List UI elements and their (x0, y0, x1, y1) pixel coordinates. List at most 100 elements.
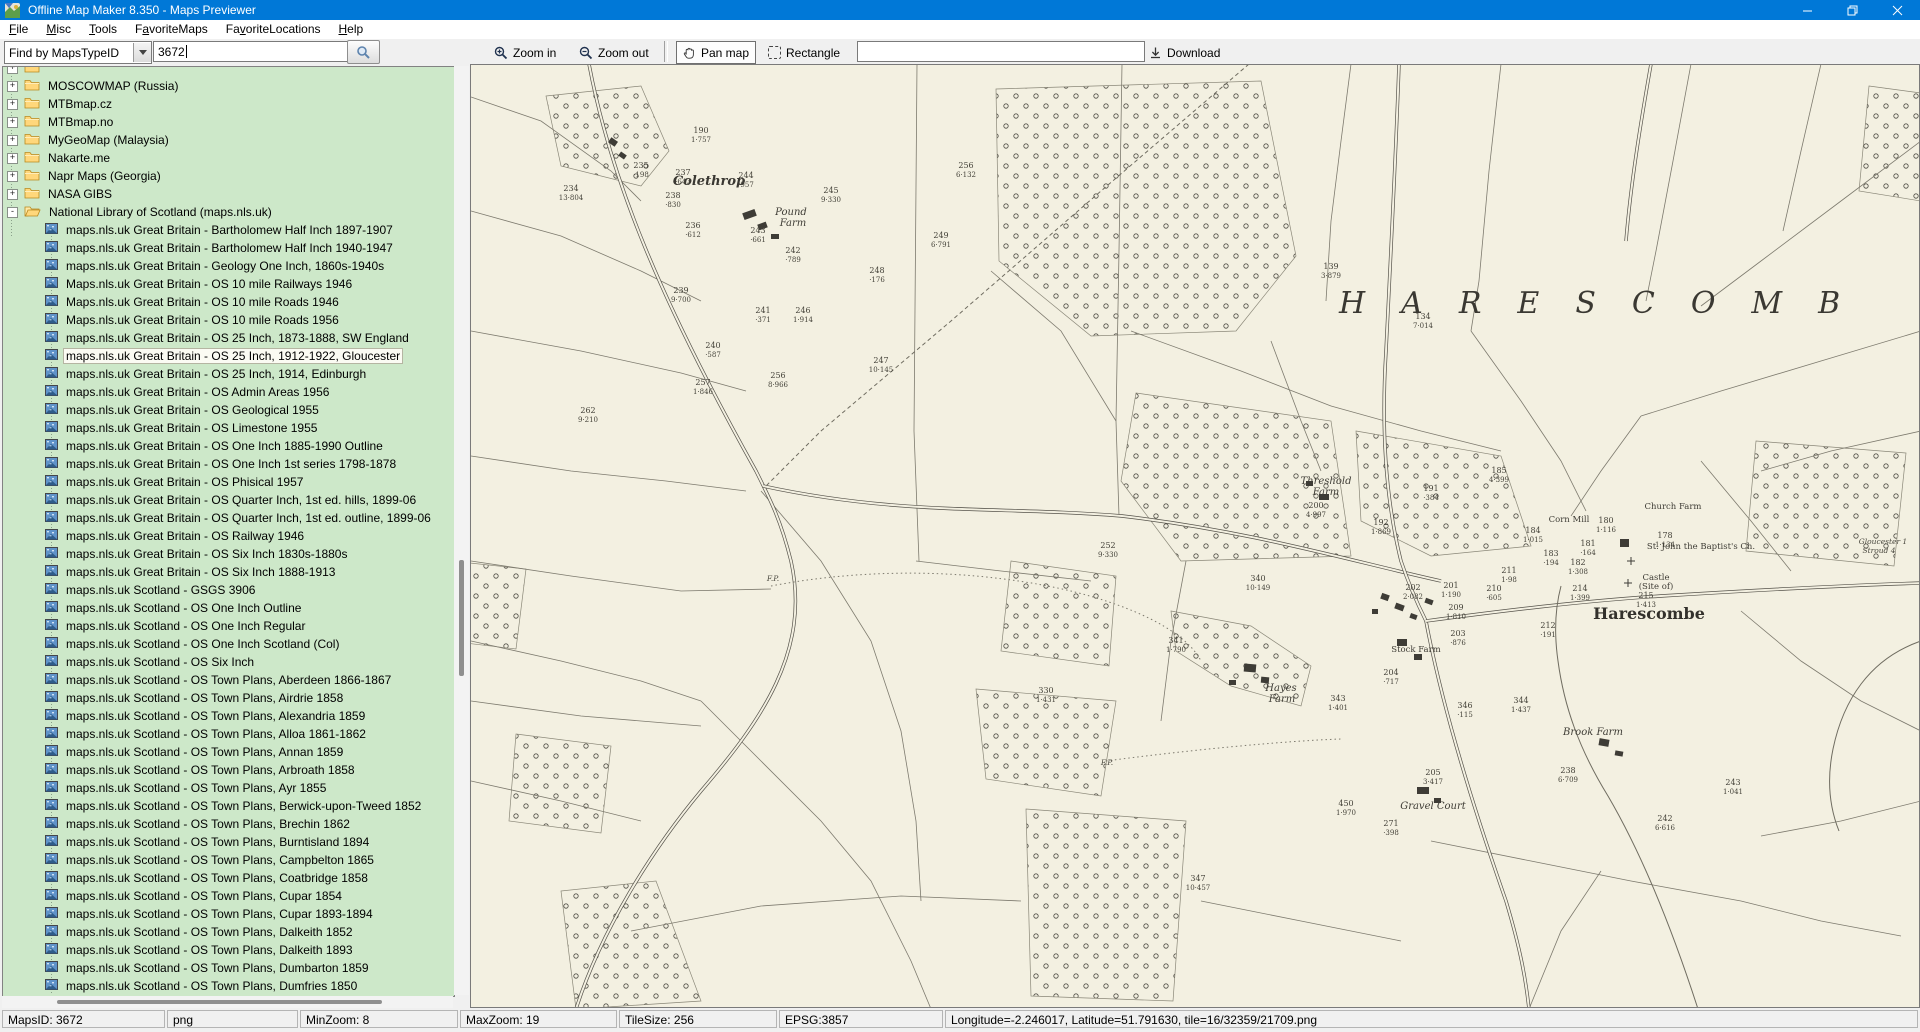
tree-item[interactable]: maps.nls.uk Great Britain - OS Admin Are… (3, 383, 454, 401)
close-button[interactable] (1875, 0, 1920, 20)
map-layer-icon (45, 259, 58, 270)
tree-item[interactable]: maps.nls.uk Scotland - OS Town Plans, Du… (3, 977, 454, 995)
tree-item[interactable]: maps.nls.uk Great Britain - OS Railway 1… (3, 527, 454, 545)
tree-item[interactable]: maps.nls.uk Great Britain - OS Quarter I… (3, 491, 454, 509)
tree-item[interactable]: maps.nls.uk Scotland - OS Town Plans, Ai… (3, 689, 454, 707)
tree-item[interactable]: Maps.nls.uk Great Britain - OS 10 mile R… (3, 275, 454, 293)
zoom-out-label: Zoom out (598, 46, 649, 60)
rectangle-button[interactable]: Rectangle (761, 41, 847, 64)
tree-item[interactable]: maps.nls.uk Scotland - OS One Inch Scotl… (3, 635, 454, 653)
menu-item-file[interactable]: File (0, 20, 37, 39)
tree-item[interactable]: +Napr Maps (Georgia) (3, 167, 454, 185)
tree-item[interactable]: maps.nls.uk Great Britain - Geology One … (3, 257, 454, 275)
tree-item[interactable]: maps.nls.uk Scotland - OS One Inch Regul… (3, 617, 454, 635)
menu-item-misc[interactable]: Misc (37, 20, 80, 39)
minimize-button[interactable] (1785, 0, 1830, 20)
tree-item[interactable]: Maps.nls.uk Great Britain - OS 10 mile R… (3, 311, 454, 329)
tree-item[interactable]: maps.nls.uk Scotland - OS Town Plans, An… (3, 743, 454, 761)
find-input[interactable]: 3672 (153, 41, 349, 62)
tree-item-label: MTBmap.no (46, 115, 115, 129)
collapse-icon[interactable]: - (7, 207, 18, 218)
tree-item[interactable]: maps.nls.uk Scotland - OS Town Plans, Al… (3, 707, 454, 725)
tree-item[interactable]: maps.nls.uk Scotland - OS Town Plans, Br… (3, 815, 454, 833)
tree-item-label: NASA GIBS (46, 187, 114, 201)
tree-item[interactable]: + NASA GIBS (3, 185, 454, 203)
expand-icon[interactable]: + (7, 99, 18, 110)
tree-item[interactable]: +MTBmap.cz (3, 95, 454, 113)
map-label: Gloucester 1 (1859, 537, 1907, 546)
map-preview-canvas[interactable]: ColethropPoundFarmThresholdFarmHayesFarm… (470, 64, 1920, 1008)
tree-item[interactable]: +Nakarte.me (3, 149, 454, 167)
tree-item[interactable]: maps.nls.uk Great Britain - Bartholomew … (3, 239, 454, 257)
tree-item[interactable]: maps.nls.uk Great Britain - OS Quarter I… (3, 509, 454, 527)
tree-item[interactable]: maps.nls.uk Scotland - OS Town Plans, Co… (3, 869, 454, 887)
tree-item[interactable]: maps.nls.uk Great Britain - OS 25 Inch, … (3, 329, 454, 347)
tree-item-selected[interactable]: maps.nls.uk Great Britain - OS 25 Inch, … (3, 347, 454, 365)
map-layer-icon (45, 547, 58, 558)
tree-item[interactable]: maps.nls.uk Scotland - OS Town Plans, Da… (3, 923, 454, 941)
tree-item[interactable]: maps.nls.uk Scotland - OS Town Plans, Bu… (3, 833, 454, 851)
zoom-out-button[interactable]: Zoom out (572, 41, 656, 64)
tree-item[interactable]: maps.nls.uk Scotland - OS Town Plans, Ca… (3, 851, 454, 869)
map-layer-icon (45, 979, 58, 990)
search-button[interactable] (347, 40, 380, 64)
map-layer-icon (45, 655, 58, 666)
expand-icon[interactable]: + (7, 66, 18, 74)
map-layer-icon (45, 745, 58, 756)
tree-item[interactable]: maps.nls.uk Great Britain - OS Limestone… (3, 419, 454, 437)
tree-horizontal-scrollbar[interactable] (2, 996, 453, 1008)
pan-map-button[interactable]: Pan map (676, 41, 756, 64)
tree-item[interactable]: maps.nls.uk Great Britain - OS Geologica… (3, 401, 454, 419)
tree-item[interactable]: + (3, 66, 454, 77)
zoom-in-button[interactable]: Zoom in (487, 41, 563, 64)
download-button[interactable]: Download (1142, 41, 1227, 64)
menu-item-help[interactable]: Help (330, 20, 373, 39)
expand-icon[interactable]: + (7, 189, 18, 200)
dropdown-arrow-icon[interactable] (133, 43, 151, 62)
tree-horizontal-scrollbar-thumb[interactable] (57, 1000, 382, 1004)
tree-item-label: maps.nls.uk Great Britain - OS Quarter I… (64, 511, 433, 525)
tree-item[interactable]: maps.nls.uk Scotland - OS Town Plans, Ay… (3, 779, 454, 797)
expand-icon[interactable]: + (7, 81, 18, 92)
tree-item[interactable]: maps.nls.uk Scotland - OS One Inch Outli… (3, 599, 454, 617)
tree-item[interactable]: + MTBmap.no (3, 113, 454, 131)
tree-item[interactable]: maps.nls.uk Great Britain - OS One Inch … (3, 437, 454, 455)
tree-item[interactable]: maps.nls.uk Scotland - OS Town Plans, Al… (3, 725, 454, 743)
tree-vertical-scrollbar[interactable] (454, 66, 469, 995)
expand-icon[interactable]: + (7, 117, 18, 128)
toolbar-input[interactable] (857, 41, 1145, 62)
tree-item[interactable]: maps.nls.uk Great Britain - OS One Inch … (3, 455, 454, 473)
expand-icon[interactable]: + (7, 171, 18, 182)
menu-item-favoritemaps[interactable]: FavoriteMaps (126, 20, 217, 39)
menu-item-tools[interactable]: Tools (80, 20, 126, 39)
tree-item-label: maps.nls.uk Scotland - GSGS 3906 (64, 583, 257, 597)
tree-item[interactable]: maps.nls.uk Scotland - OS Town Plans, Ab… (3, 671, 454, 689)
tree-item[interactable]: +MOSCOWMAP (Russia) (3, 77, 454, 95)
restore-button[interactable] (1830, 0, 1875, 20)
find-input-value: 3672 (158, 45, 185, 59)
tree-item[interactable]: maps.nls.uk Scotland - OS Town Plans, Cu… (3, 905, 454, 923)
tree-item[interactable]: maps.nls.uk Scotland - OS Six Inch (3, 653, 454, 671)
map-layer-icon (45, 943, 58, 954)
tree-item[interactable]: maps.nls.uk Great Britain - OS Phisical … (3, 473, 454, 491)
tree-item[interactable]: maps.nls.uk Scotland - GSGS 3906 (3, 581, 454, 599)
tree-item[interactable]: maps.nls.uk Scotland - OS Town Plans, Cu… (3, 887, 454, 905)
tree-vertical-scrollbar-thumb[interactable] (459, 560, 464, 676)
tree-item[interactable]: maps.nls.uk Scotland - OS Town Plans, Da… (3, 941, 454, 959)
tree-item[interactable]: +MyGeoMap (Malaysia) (3, 131, 454, 149)
tree-item[interactable]: maps.nls.uk Great Britain - OS 25 Inch, … (3, 365, 454, 383)
tree-item[interactable]: maps.nls.uk Scotland - OS Town Plans, Ar… (3, 761, 454, 779)
tree-item[interactable]: maps.nls.uk Great Britain - Bartholomew … (3, 221, 454, 239)
tree-item[interactable]: maps.nls.uk Scotland - OS Town Plans, Be… (3, 797, 454, 815)
tree-item[interactable]: maps.nls.uk Great Britain - OS Six Inch … (3, 563, 454, 581)
menu-bar: FileMiscToolsFavoriteMapsFavoriteLocatio… (0, 20, 1920, 39)
expand-icon[interactable]: + (7, 153, 18, 164)
menu-item-favoritelocations[interactable]: FavoriteLocations (217, 20, 330, 39)
tree-item[interactable]: -National Library of Scotland (maps.nls.… (3, 203, 454, 221)
tree-item[interactable]: maps.nls.uk Great Britain - OS Six Inch … (3, 545, 454, 563)
tree-item[interactable]: Maps.nls.uk Great Britain - OS 10 mile R… (3, 293, 454, 311)
tree-item[interactable]: maps.nls.uk Scotland - OS Town Plans, Du… (3, 959, 454, 977)
expand-icon[interactable]: + (7, 135, 18, 146)
find-mode-dropdown[interactable]: Find by MapsTypeID (4, 41, 152, 64)
maps-tree[interactable]: ++MOSCOWMAP (Russia)+MTBmap.cz+MTBmap.no… (2, 66, 455, 997)
